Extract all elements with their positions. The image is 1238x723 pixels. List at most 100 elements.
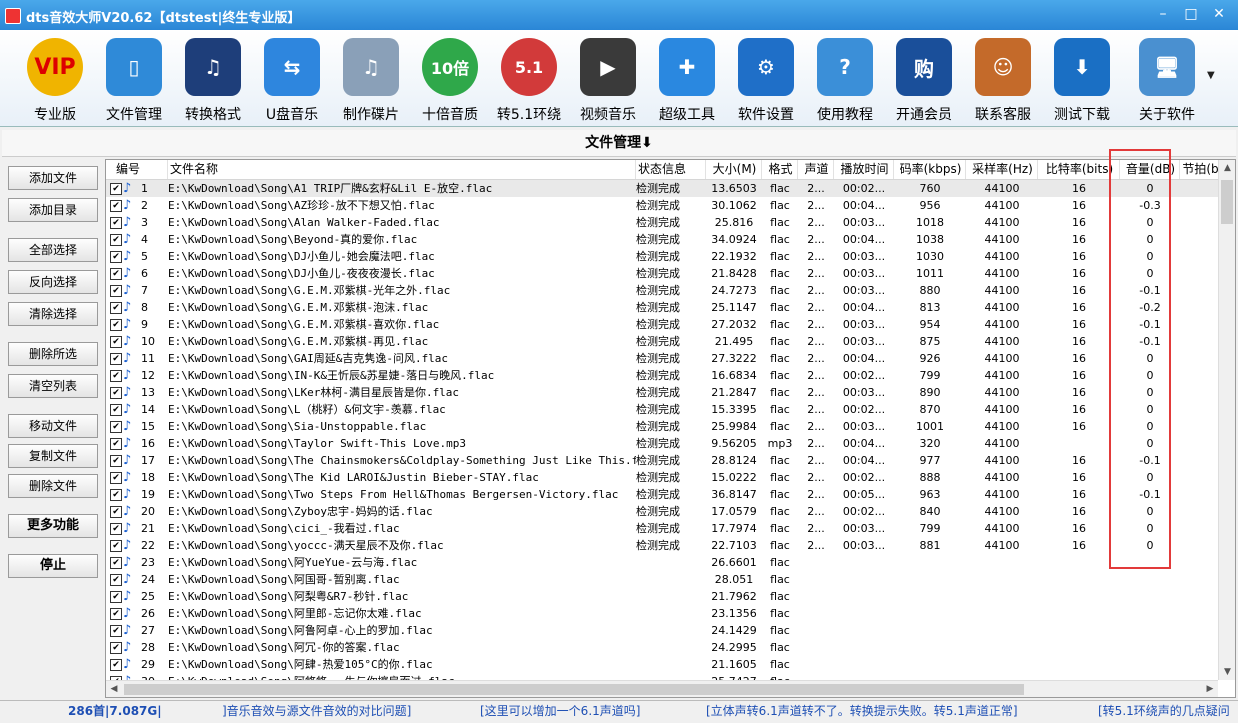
row-checkbox[interactable]: ✔ xyxy=(110,319,122,331)
column-header-4[interactable]: 格式 xyxy=(762,160,798,179)
minimize-button[interactable]: – xyxy=(1152,4,1174,24)
side-button-4[interactable]: 清除选择 xyxy=(8,302,98,326)
row-checkbox[interactable]: ✔ xyxy=(110,183,122,195)
table-row[interactable]: ✔ ♪ 13 E:\KwDownload\Song\LKer林柯-满目星辰皆是你.fl… xyxy=(106,384,1218,401)
table-row[interactable]: ✔ ♪ 9 E:\KwDownload\Song\G.E.M.邓紫棋-喜欢你.flac… xyxy=(106,316,1218,333)
table-row[interactable]: ✔ ♪ 23 E:\KwDownload\Song\阿YueYue-云与海.flac 2… xyxy=(106,554,1218,571)
toolbar-button-10[interactable]: ? 使用教程 xyxy=(808,34,882,124)
close-button[interactable]: ✕ xyxy=(1208,4,1230,24)
toolbar-button-0[interactable]: VIP 专业版 xyxy=(18,34,92,124)
side-button-3[interactable]: 反向选择 xyxy=(8,270,98,294)
vertical-scroll-thumb[interactable] xyxy=(1221,180,1233,224)
toolbar-button-4[interactable]: ♫ 制作碟片 xyxy=(334,34,408,124)
column-header-0[interactable]: 编号 xyxy=(114,160,168,179)
scroll-left-icon[interactable]: ◀ xyxy=(106,681,122,697)
table-row[interactable]: ✔ ♪ 26 E:\KwDownload\Song\阿里郎-忘记你太难.flac 23.… xyxy=(106,605,1218,622)
horizontal-scroll-thumb[interactable] xyxy=(124,684,1024,695)
side-button-11[interactable]: 停止 xyxy=(8,554,98,578)
side-button-5[interactable]: 删除所选 xyxy=(8,342,98,366)
toolbar-more-arrow-icon[interactable]: ▼ xyxy=(1207,70,1215,81)
table-row[interactable]: ✔ ♪ 4 E:\KwDownload\Song\Beyond-真的爱你.flac 检测… xyxy=(106,231,1218,248)
column-header-11[interactable]: 节拍(b xyxy=(1180,160,1220,179)
row-checkbox[interactable]: ✔ xyxy=(110,268,122,280)
row-checkbox[interactable]: ✔ xyxy=(110,574,122,586)
column-header-10[interactable]: 音量(dB) xyxy=(1120,160,1180,179)
scroll-right-icon[interactable]: ▶ xyxy=(1202,681,1218,697)
table-row[interactable]: ✔ ♪ 3 E:\KwDownload\Song\Alan Walker-Faded.… xyxy=(106,214,1218,231)
table-row[interactable]: ✔ ♪ 20 E:\KwDownload\Song\Zyboy忠宇-妈妈的话.flac… xyxy=(106,503,1218,520)
table-row[interactable]: ✔ ♪ 1 E:\KwDownload\Song\A1 TRIP厂牌&玄籽&Lil E… xyxy=(106,180,1218,197)
toolbar-button-5[interactable]: 10倍 十倍音质 xyxy=(413,34,487,124)
toolbar-button-6[interactable]: 5.1 转5.1环绕 xyxy=(492,34,566,124)
row-checkbox[interactable]: ✔ xyxy=(110,285,122,297)
toolbar-button-7[interactable]: ▶ 视频音乐 xyxy=(571,34,645,124)
table-row[interactable]: ✔ ♪ 28 E:\KwDownload\Song\阿冗-你的答案.flac 24.29… xyxy=(106,639,1218,656)
row-checkbox[interactable]: ✔ xyxy=(110,421,122,433)
status-link-2[interactable]: [这里可以增加一个6.1声道吗] xyxy=(480,703,640,719)
table-row[interactable]: ✔ ♪ 27 E:\KwDownload\Song\阿鲁阿卓-心上的罗加.flac 24… xyxy=(106,622,1218,639)
table-row[interactable]: ✔ ♪ 7 E:\KwDownload\Song\G.E.M.邓紫棋-光年之外.fla… xyxy=(106,282,1218,299)
row-checkbox[interactable]: ✔ xyxy=(110,608,122,620)
row-checkbox[interactable]: ✔ xyxy=(110,353,122,365)
row-checkbox[interactable]: ✔ xyxy=(110,404,122,416)
side-button-9[interactable]: 删除文件 xyxy=(8,474,98,498)
side-button-10[interactable]: 更多功能 xyxy=(8,514,98,538)
table-row[interactable]: ✔ ♪ 21 E:\KwDownload\Song\cici_-我看过.flac 检测完… xyxy=(106,520,1218,537)
side-button-2[interactable]: 全部选择 xyxy=(8,238,98,262)
table-row[interactable]: ✔ ♪ 22 E:\KwDownload\Song\yoccc-满天星辰不及你.fla… xyxy=(106,537,1218,554)
table-row[interactable]: ✔ ♪ 24 E:\KwDownload\Song\阿国哥-暂别离.flac 28.05… xyxy=(106,571,1218,588)
row-checkbox[interactable]: ✔ xyxy=(110,438,122,450)
table-row[interactable]: ✔ ♪ 18 E:\KwDownload\Song\The Kid LAROI&Jus… xyxy=(106,469,1218,486)
table-row[interactable]: ✔ ♪ 10 E:\KwDownload\Song\G.E.M.邓紫棋-再见.flac… xyxy=(106,333,1218,350)
column-header-6[interactable]: 播放时间 xyxy=(834,160,894,179)
row-checkbox[interactable]: ✔ xyxy=(110,217,122,229)
row-checkbox[interactable]: ✔ xyxy=(110,591,122,603)
toolbar-button-8[interactable]: ✚ 超级工具 xyxy=(650,34,724,124)
table-row[interactable]: ✔ ♪ 11 E:\KwDownload\Song\GAI周延&吉克隽逸-问风.fla… xyxy=(106,350,1218,367)
toolbar-button-12[interactable]: ☺ 联系客服 xyxy=(966,34,1040,124)
scroll-up-icon[interactable]: ▲ xyxy=(1219,160,1235,176)
table-row[interactable]: ✔ ♪ 25 E:\KwDownload\Song\阿梨粤&R7-秒针.flac 21.… xyxy=(106,588,1218,605)
column-header-7[interactable]: 码率(kbps) xyxy=(894,160,966,179)
row-checkbox[interactable]: ✔ xyxy=(110,625,122,637)
horizontal-scrollbar[interactable]: ◀ ▶ xyxy=(106,680,1218,697)
status-link-4[interactable]: [转5.1环绕声的几点疑问 xyxy=(1098,703,1230,719)
side-button-1[interactable]: 添加目录 xyxy=(8,198,98,222)
table-row[interactable]: ✔ ♪ 17 E:\KwDownload\Song\The Chainsmokers&… xyxy=(106,452,1218,469)
row-checkbox[interactable]: ✔ xyxy=(110,455,122,467)
column-header-8[interactable]: 采样率(Hz) xyxy=(966,160,1038,179)
toolbar-button-2[interactable]: ♫ 转换格式 xyxy=(176,34,250,124)
row-checkbox[interactable]: ✔ xyxy=(110,387,122,399)
row-checkbox[interactable]: ✔ xyxy=(110,302,122,314)
column-header-3[interactable]: 大小(M) xyxy=(706,160,762,179)
toolbar-button-14[interactable]: 🖥 关于软件 xyxy=(1130,34,1204,124)
table-row[interactable]: ✔ ♪ 12 E:\KwDownload\Song\IN-K&王忻辰&苏星婕-落日与晚… xyxy=(106,367,1218,384)
side-button-8[interactable]: 复制文件 xyxy=(8,444,98,468)
column-header-1[interactable]: 文件名称 xyxy=(168,160,636,179)
status-link-1[interactable]: ]音乐音效与源文件音效的对比问题] xyxy=(222,703,411,719)
table-row[interactable]: ✔ ♪ 8 E:\KwDownload\Song\G.E.M.邓紫棋-泡沫.flac 检… xyxy=(106,299,1218,316)
column-header-9[interactable]: 比特率(bits) xyxy=(1038,160,1120,179)
vertical-scrollbar[interactable]: ▲ ▼ xyxy=(1218,160,1235,680)
table-row[interactable]: ✔ ♪ 2 E:\KwDownload\Song\AZ珍珍-放不下想又怕.flac 检测… xyxy=(106,197,1218,214)
side-button-0[interactable]: 添加文件 xyxy=(8,166,98,190)
row-checkbox[interactable]: ✔ xyxy=(110,472,122,484)
maximize-button[interactable]: □ xyxy=(1180,4,1202,24)
row-checkbox[interactable]: ✔ xyxy=(110,557,122,569)
toolbar-button-9[interactable]: ⚙ 软件设置 xyxy=(729,34,803,124)
column-header-5[interactable]: 声道 xyxy=(798,160,834,179)
table-row[interactable]: ✔ ♪ 15 E:\KwDownload\Song\Sia-Unstoppable.f… xyxy=(106,418,1218,435)
row-checkbox[interactable]: ✔ xyxy=(110,506,122,518)
table-row[interactable]: ✔ ♪ 14 E:\KwDownload\Song\L（桃籽）&何文宇-羡慕.flac… xyxy=(106,401,1218,418)
table-row[interactable]: ✔ ♪ 29 E:\KwDownload\Song\阿肆-热爱105°C的你.flac… xyxy=(106,656,1218,673)
table-row[interactable]: ✔ ♪ 16 E:\KwDownload\Song\Taylor Swift-This… xyxy=(106,435,1218,452)
row-checkbox[interactable]: ✔ xyxy=(110,642,122,654)
toolbar-button-3[interactable]: ⇆ U盘音乐 xyxy=(255,34,329,124)
column-header-2[interactable]: 状态信息 xyxy=(636,160,706,179)
row-checkbox[interactable]: ✔ xyxy=(110,540,122,552)
row-checkbox[interactable]: ✔ xyxy=(110,251,122,263)
row-checkbox[interactable]: ✔ xyxy=(110,370,122,382)
table-row[interactable]: ✔ ♪ 5 E:\KwDownload\Song\DJ小鱼儿-她会魔法吧.flac 检测… xyxy=(106,248,1218,265)
row-checkbox[interactable]: ✔ xyxy=(110,200,122,212)
toolbar-button-13[interactable]: ⬇ 测试下载 xyxy=(1045,34,1119,124)
